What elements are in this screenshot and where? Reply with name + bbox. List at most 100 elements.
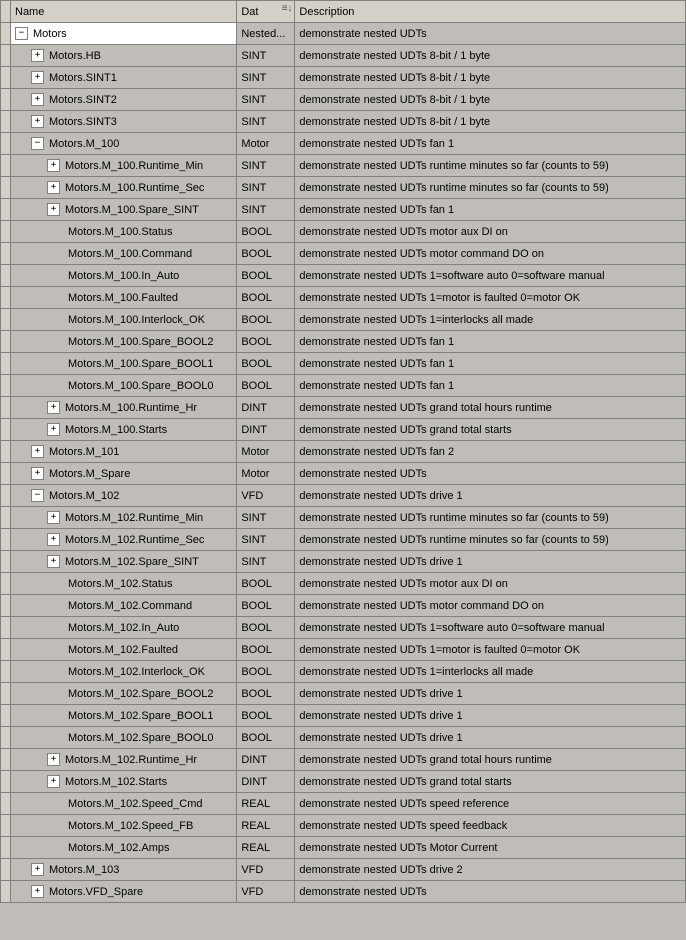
name-cell[interactable]: +Motors.M_100.Starts	[11, 419, 237, 441]
table-row[interactable]: +Motors.M_100.Runtime_SecSINTdemonstrate…	[1, 177, 686, 199]
row-gutter[interactable]	[1, 331, 11, 353]
row-gutter[interactable]	[1, 837, 11, 859]
description-cell[interactable]: demonstrate nested UDTs 8-bit / 1 byte	[295, 89, 686, 111]
datatype-cell[interactable]: BOOL	[237, 683, 295, 705]
table-row[interactable]: +Motors.VFD_SpareVFDdemonstrate nested U…	[1, 881, 686, 903]
row-gutter[interactable]	[1, 45, 11, 67]
description-cell[interactable]: demonstrate nested UDTs runtime minutes …	[295, 507, 686, 529]
collapse-icon[interactable]: −	[31, 137, 44, 150]
row-gutter[interactable]	[1, 859, 11, 881]
expand-icon[interactable]: +	[47, 401, 60, 414]
name-cell[interactable]: +Motors.M_Spare	[11, 463, 237, 485]
table-row[interactable]: Motors.M_102.Spare_BOOL2BOOLdemonstrate …	[1, 683, 686, 705]
description-cell[interactable]: demonstrate nested UDTs grand total hour…	[295, 749, 686, 771]
row-gutter[interactable]	[1, 705, 11, 727]
row-gutter[interactable]	[1, 573, 11, 595]
datatype-cell[interactable]: BOOL	[237, 661, 295, 683]
table-row[interactable]: Motors.M_102.Spare_BOOL0BOOLdemonstrate …	[1, 727, 686, 749]
row-gutter[interactable]	[1, 463, 11, 485]
description-cell[interactable]: demonstrate nested UDTs runtime minutes …	[295, 155, 686, 177]
row-gutter[interactable]	[1, 793, 11, 815]
row-gutter[interactable]	[1, 177, 11, 199]
row-gutter[interactable]	[1, 639, 11, 661]
datatype-cell[interactable]: BOOL	[237, 573, 295, 595]
description-cell[interactable]: demonstrate nested UDTs motor aux DI on	[295, 573, 686, 595]
table-row[interactable]: Motors.M_102.In_AutoBOOLdemonstrate nest…	[1, 617, 686, 639]
name-cell[interactable]: +Motors.M_102.Runtime_Min	[11, 507, 237, 529]
description-cell[interactable]: demonstrate nested UDTs fan 2	[295, 441, 686, 463]
datatype-cell[interactable]: BOOL	[237, 265, 295, 287]
datatype-cell[interactable]: BOOL	[237, 287, 295, 309]
collapse-icon[interactable]: −	[31, 489, 44, 502]
name-cell[interactable]: −Motors	[11, 23, 237, 45]
row-gutter[interactable]	[1, 23, 11, 45]
datatype-cell[interactable]: BOOL	[237, 221, 295, 243]
description-cell[interactable]: demonstrate nested UDTs drive 1	[295, 485, 686, 507]
datatype-cell[interactable]: SINT	[237, 199, 295, 221]
description-cell[interactable]: demonstrate nested UDTs runtime minutes …	[295, 177, 686, 199]
row-gutter[interactable]	[1, 419, 11, 441]
table-row[interactable]: Motors.M_102.AmpsREALdemonstrate nested …	[1, 837, 686, 859]
name-cell[interactable]: Motors.M_100.Command	[11, 243, 237, 265]
table-row[interactable]: Motors.M_100.Spare_BOOL2BOOLdemonstrate …	[1, 331, 686, 353]
datatype-cell[interactable]: SINT	[237, 89, 295, 111]
expand-icon[interactable]: +	[47, 181, 60, 194]
expand-icon[interactable]: +	[47, 203, 60, 216]
name-cell[interactable]: Motors.M_102.Faulted	[11, 639, 237, 661]
name-cell[interactable]: Motors.M_100.Status	[11, 221, 237, 243]
sort-icon[interactable]: ≡↓	[282, 3, 293, 14]
datatype-cell[interactable]: Motor	[237, 463, 295, 485]
description-cell[interactable]: demonstrate nested UDTs fan 1	[295, 331, 686, 353]
datatype-cell[interactable]: BOOL	[237, 727, 295, 749]
datatype-cell[interactable]: BOOL	[237, 375, 295, 397]
table-row[interactable]: Motors.M_100.StatusBOOLdemonstrate neste…	[1, 221, 686, 243]
description-cell[interactable]: demonstrate nested UDTs grand total star…	[295, 771, 686, 793]
table-row[interactable]: −MotorsNested...demonstrate nested UDTs	[1, 23, 686, 45]
row-gutter[interactable]	[1, 309, 11, 331]
row-gutter[interactable]	[1, 661, 11, 683]
table-row[interactable]: Motors.M_102.StatusBOOLdemonstrate neste…	[1, 573, 686, 595]
name-cell[interactable]: Motors.M_100.Spare_BOOL2	[11, 331, 237, 353]
name-cell[interactable]: +Motors.SINT3	[11, 111, 237, 133]
expand-icon[interactable]: +	[47, 533, 60, 546]
datatype-cell[interactable]: DINT	[237, 771, 295, 793]
row-gutter[interactable]	[1, 727, 11, 749]
row-gutter[interactable]	[1, 243, 11, 265]
description-cell[interactable]: demonstrate nested UDTs Motor Current	[295, 837, 686, 859]
name-cell[interactable]: Motors.M_102.Spare_BOOL0	[11, 727, 237, 749]
row-gutter[interactable]	[1, 595, 11, 617]
description-cell[interactable]: demonstrate nested UDTs 8-bit / 1 byte	[295, 45, 686, 67]
name-cell[interactable]: Motors.M_102.Speed_FB	[11, 815, 237, 837]
datatype-cell[interactable]: SINT	[237, 45, 295, 67]
expand-icon[interactable]: +	[31, 93, 44, 106]
name-cell[interactable]: +Motors.M_100.Runtime_Sec	[11, 177, 237, 199]
table-row[interactable]: +Motors.M_101Motordemonstrate nested UDT…	[1, 441, 686, 463]
row-gutter[interactable]	[1, 441, 11, 463]
row-gutter[interactable]	[1, 287, 11, 309]
name-cell[interactable]: Motors.M_100.In_Auto	[11, 265, 237, 287]
expand-icon[interactable]: +	[47, 555, 60, 568]
name-cell[interactable]: +Motors.M_102.Runtime_Hr	[11, 749, 237, 771]
expand-icon[interactable]: +	[31, 445, 44, 458]
datatype-cell[interactable]: Nested...	[237, 23, 295, 45]
datatype-cell[interactable]: SINT	[237, 551, 295, 573]
description-cell[interactable]: demonstrate nested UDTs drive 1	[295, 705, 686, 727]
description-cell[interactable]: demonstrate nested UDTs speed feedback	[295, 815, 686, 837]
datatype-cell[interactable]: SINT	[237, 529, 295, 551]
description-cell[interactable]: demonstrate nested UDTs drive 2	[295, 859, 686, 881]
header-name[interactable]: Name	[11, 1, 237, 23]
description-cell[interactable]: demonstrate nested UDTs drive 1	[295, 551, 686, 573]
datatype-cell[interactable]: BOOL	[237, 309, 295, 331]
expand-icon[interactable]: +	[47, 775, 60, 788]
datatype-cell[interactable]: SINT	[237, 177, 295, 199]
expand-icon[interactable]: +	[47, 511, 60, 524]
expand-icon[interactable]: +	[47, 423, 60, 436]
table-row[interactable]: Motors.M_100.CommandBOOLdemonstrate nest…	[1, 243, 686, 265]
expand-icon[interactable]: +	[47, 753, 60, 766]
table-row[interactable]: Motors.M_100.Interlock_OKBOOLdemonstrate…	[1, 309, 686, 331]
row-gutter[interactable]	[1, 551, 11, 573]
datatype-cell[interactable]: BOOL	[237, 617, 295, 639]
datatype-cell[interactable]: Motor	[237, 133, 295, 155]
name-cell[interactable]: Motors.M_102.Amps	[11, 837, 237, 859]
table-row[interactable]: Motors.M_102.Spare_BOOL1BOOLdemonstrate …	[1, 705, 686, 727]
